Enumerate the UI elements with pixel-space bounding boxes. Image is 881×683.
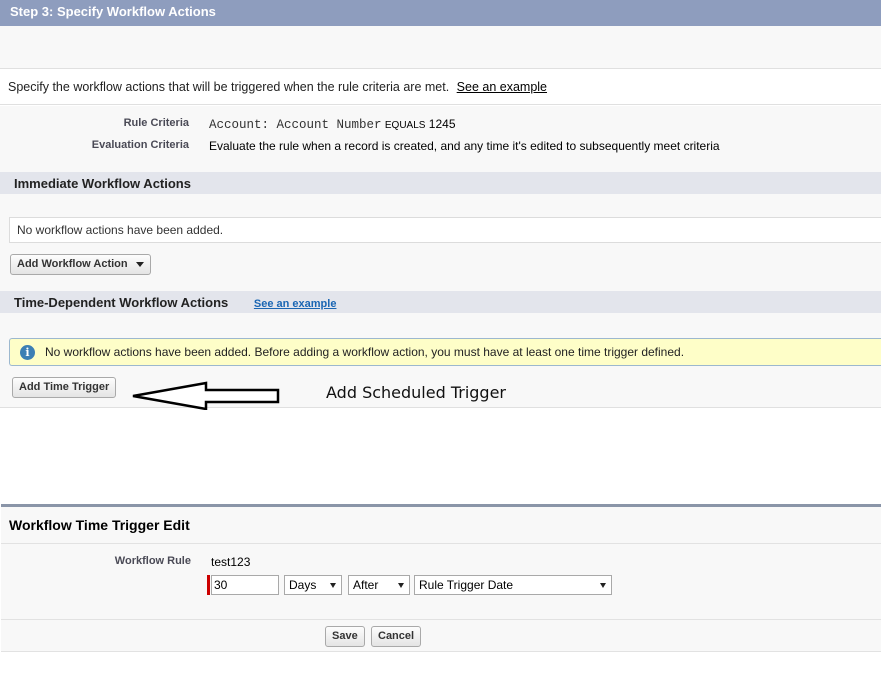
evaluation-criteria-label: Evaluation Criteria: [91, 139, 189, 151]
trigger-amount-input[interactable]: [211, 575, 279, 595]
time-dependent-example-link[interactable]: See an example: [254, 298, 337, 310]
annotation-label: Add Scheduled Trigger: [326, 383, 507, 402]
add-workflow-action-button[interactable]: Add Workflow Action: [10, 254, 151, 275]
see-example-link[interactable]: See an example: [457, 80, 547, 94]
workflow-rule-label: Workflow Rule: [114, 555, 191, 567]
time-trigger-edit-title: Workflow Time Trigger Edit: [1, 507, 881, 544]
trigger-direction-select[interactable]: After: [348, 575, 410, 595]
cancel-button[interactable]: Cancel: [371, 626, 422, 647]
criteria-panel: Rule Criteria Account: Account Number EQ…: [0, 106, 881, 172]
step-header: Step 3: Specify Workflow Actions: [0, 0, 881, 26]
trigger-unit-value: Days: [289, 578, 317, 592]
chevron-down-icon: [135, 261, 144, 267]
chevron-down-icon: [600, 583, 606, 588]
time-trigger-info-message: i No workflow actions have been added. Be…: [9, 338, 881, 366]
rule-criteria-number: 1245: [428, 117, 456, 131]
time-dependent-title: Time-Dependent Workflow Actions: [14, 295, 229, 310]
evaluation-criteria-value: Evaluate the rule when a record is creat…: [209, 139, 720, 153]
trigger-date-field-select[interactable]: Rule Trigger Date: [414, 575, 612, 595]
chevron-down-icon: [398, 583, 404, 588]
add-workflow-action-label: Add Workflow Action: [17, 258, 128, 270]
required-indicator: [207, 575, 210, 595]
info-circle-icon: i: [20, 345, 35, 361]
time-dependent-actions-header: Time-Dependent Workflow Actions See an e…: [0, 291, 881, 313]
save-button[interactable]: Save: [325, 626, 365, 647]
form-button-row: Save Cancel: [1, 619, 881, 652]
trigger-direction-value: After: [353, 578, 379, 592]
add-time-trigger-button[interactable]: Add Time Trigger: [12, 377, 117, 398]
rule-criteria-label: Rule Criteria: [123, 117, 189, 129]
left-arrow-icon: [132, 381, 280, 410]
chevron-down-icon: [330, 583, 336, 588]
rule-criteria-field: Account: Account Number: [209, 118, 382, 132]
intro-row: Specify the workflow actions that will b…: [0, 69, 881, 105]
info-message-text: No workflow actions have been added. Bef…: [45, 345, 685, 359]
header-spacer: [0, 26, 881, 69]
immediate-actions-header: Immediate Workflow Actions: [0, 172, 881, 194]
immediate-empty-message: No workflow actions have been added.: [9, 217, 881, 243]
intro-text: Specify the workflow actions that will b…: [8, 80, 450, 94]
trigger-date-field-value: Rule Trigger Date: [419, 578, 514, 592]
rule-criteria-value: Account: Account Number EQUALS 1245: [209, 117, 456, 132]
workflow-rule-value: test123: [211, 555, 251, 569]
trigger-unit-select[interactable]: Days: [284, 575, 342, 595]
rule-criteria-operator: EQUALS: [384, 120, 426, 131]
time-trigger-form: Workflow Rule test123 Days After Rule Tr…: [1, 545, 881, 619]
